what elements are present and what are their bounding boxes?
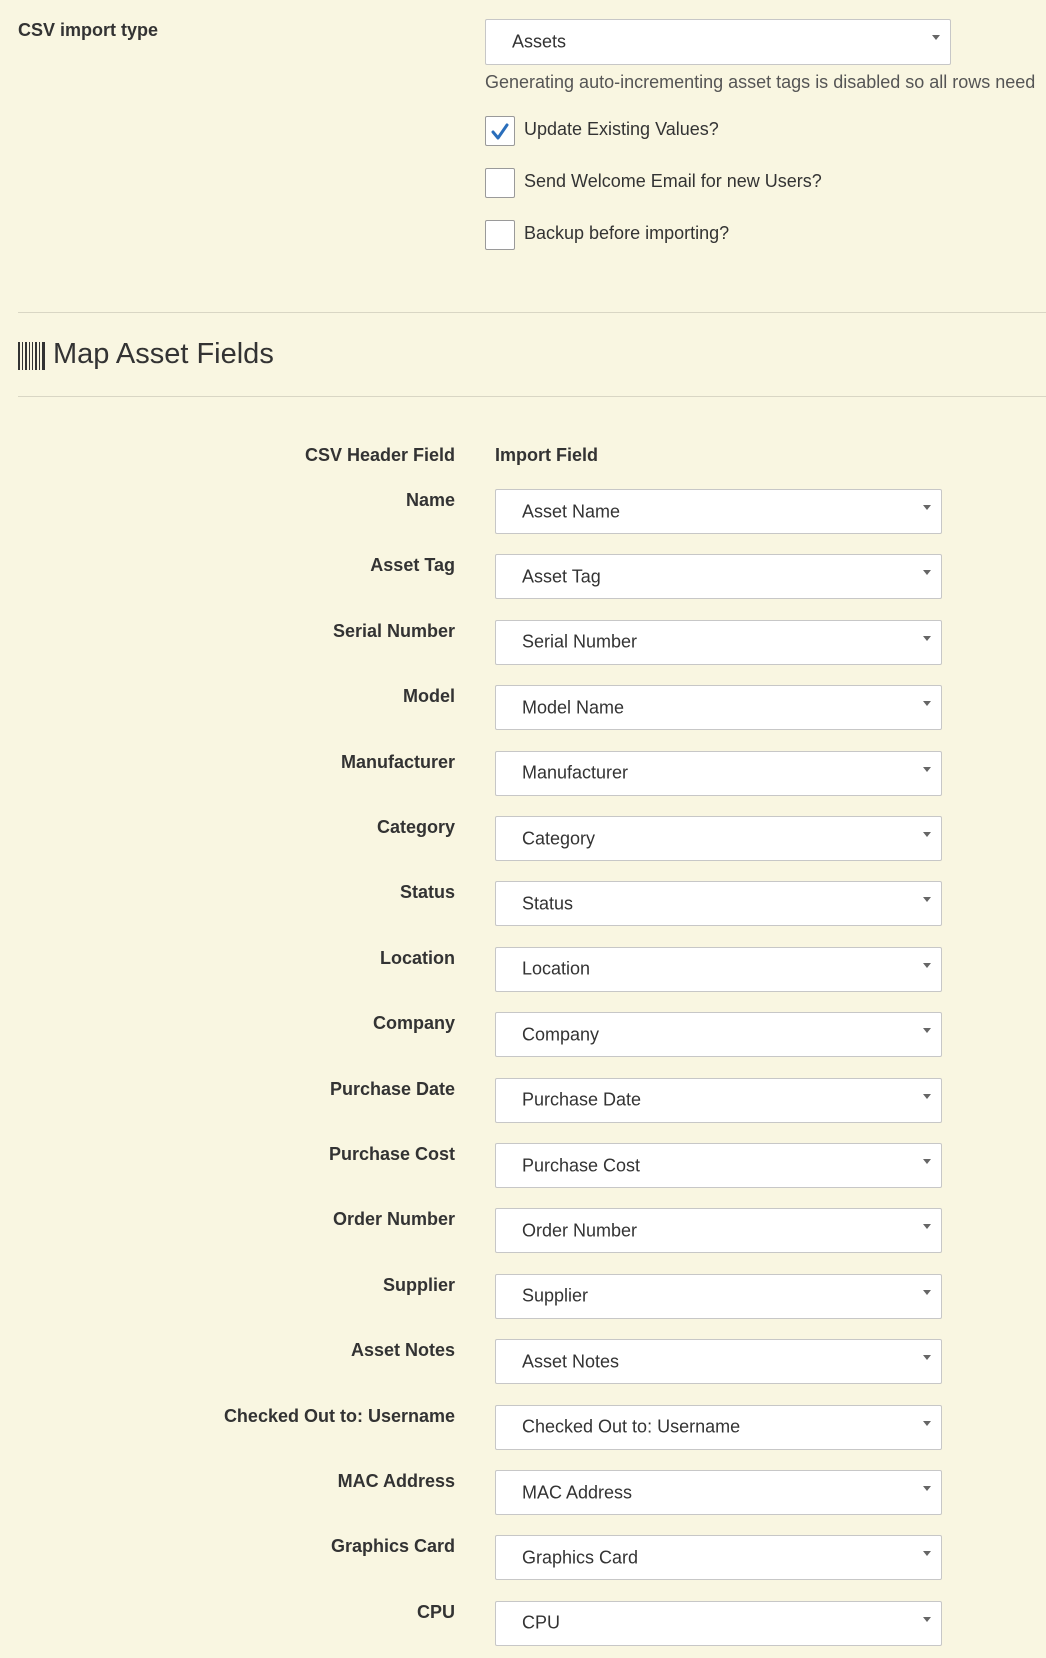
update-existing-checkbox[interactable] xyxy=(485,116,515,146)
csv-header-label: Asset Notes xyxy=(350,1340,455,1361)
csv-header-label: MAC Address xyxy=(337,1471,455,1491)
import-field-select[interactable]: Asset Notes xyxy=(495,1339,942,1385)
send-welcome-email-checkbox[interactable] xyxy=(485,168,515,198)
chevron-down-icon xyxy=(923,570,931,576)
import-field-selected: Location xyxy=(522,958,591,979)
import-field-selected: Category xyxy=(522,828,596,848)
chevron-down-icon xyxy=(923,701,931,707)
chevron-down-icon xyxy=(923,1616,931,1622)
csv-header-label: Serial Number xyxy=(332,620,455,641)
csv-header-label: Manufacturer xyxy=(340,751,455,772)
csv-header-label: Company xyxy=(372,1013,455,1034)
import-field-select[interactable]: Asset Name xyxy=(495,489,942,534)
backup-before-import-label[interactable]: Backup before importing? xyxy=(524,223,729,244)
chevron-down-icon xyxy=(932,35,940,40)
chevron-down-icon xyxy=(923,832,931,837)
import-type-select[interactable]: Assets xyxy=(485,19,951,65)
chevron-down-icon xyxy=(923,1289,931,1295)
import-field-select[interactable]: Manufacturer xyxy=(495,750,942,796)
csv-header-label: Asset Tag xyxy=(370,555,455,576)
import-field-select[interactable]: Graphics Card xyxy=(495,1535,942,1581)
import-type-selected: Assets xyxy=(512,31,567,52)
csv-header-label: Status xyxy=(399,882,455,903)
import-type-help-text: Generating auto-incrementing asset tags … xyxy=(485,72,1036,92)
import-field-heading: Import Field xyxy=(495,445,598,465)
import-field-selected: Status xyxy=(522,893,574,914)
import-field-select[interactable]: MAC Address xyxy=(495,1470,942,1515)
chevron-down-icon xyxy=(923,1224,931,1230)
import-field-selected: MAC Address xyxy=(522,1482,633,1502)
send-welcome-email-label[interactable]: Send Welcome Email for new Users? xyxy=(524,171,822,192)
update-existing-label[interactable]: Update Existing Values? xyxy=(524,119,719,140)
chevron-down-icon xyxy=(923,766,931,772)
import-field-selected: Graphics Card xyxy=(522,1547,639,1568)
chevron-down-icon xyxy=(923,1093,931,1099)
import-field-selected: Company xyxy=(522,1024,600,1045)
import-field-select[interactable]: Asset Tag xyxy=(495,554,942,600)
import-field-selected: Purchase Cost xyxy=(522,1155,641,1175)
backup-before-import-checkbox[interactable] xyxy=(485,220,515,250)
csv-header-label: Graphics Card xyxy=(330,1536,455,1557)
import-field-select[interactable]: Status xyxy=(495,881,942,927)
csv-header-label: Supplier xyxy=(382,1274,455,1295)
csv-header-label: Purchase Cost xyxy=(328,1144,455,1164)
import-field-select[interactable]: Order Number xyxy=(495,1208,942,1254)
csv-header-label: Location xyxy=(380,947,455,968)
checkmark-icon xyxy=(491,123,509,140)
import-field-select[interactable]: Checked Out to: Username xyxy=(495,1404,942,1450)
csv-header-label: Checked Out to: Username xyxy=(223,1405,455,1426)
csv-header-label: CPU xyxy=(416,1601,455,1622)
import-field-select[interactable]: Company xyxy=(495,1012,942,1058)
csv-header-field-heading: CSV Header Field xyxy=(304,445,455,465)
chevron-down-icon xyxy=(923,962,931,968)
import-field-selected: Manufacturer xyxy=(522,762,629,783)
csv-header-label: Name xyxy=(405,490,455,510)
chevron-down-icon xyxy=(923,1028,931,1034)
import-field-selected: Order Number xyxy=(522,1220,638,1241)
csv-header-label: Model xyxy=(403,686,455,707)
import-field-selected: Checked Out to: Username xyxy=(522,1416,741,1437)
chevron-down-icon xyxy=(923,505,931,510)
chevron-down-icon xyxy=(923,1551,931,1557)
import-field-selected: Asset Tag xyxy=(522,566,601,587)
chevron-down-icon xyxy=(923,1159,931,1164)
import-field-select[interactable]: Serial Number xyxy=(495,619,942,665)
chevron-down-icon xyxy=(923,1486,931,1491)
csv-header-label: Order Number xyxy=(332,1209,455,1230)
import-field-selected: Asset Notes xyxy=(522,1351,620,1372)
chevron-down-icon xyxy=(923,1420,931,1426)
csv-header-label: Purchase Date xyxy=(329,1078,455,1099)
csv-header-label: Category xyxy=(376,817,455,837)
import-field-select[interactable]: Location xyxy=(495,946,942,992)
import-field-selected: Purchase Date xyxy=(522,1089,642,1110)
import-field-select[interactable]: Purchase Date xyxy=(495,1077,942,1123)
import-field-selected: Supplier xyxy=(522,1285,589,1306)
import-field-select[interactable]: CPU xyxy=(495,1600,942,1646)
import-field-select[interactable]: Category xyxy=(495,816,942,861)
import-field-selected: Asset Name xyxy=(522,501,621,521)
chevron-down-icon xyxy=(923,1355,931,1361)
import-field-select[interactable]: Supplier xyxy=(495,1273,942,1319)
import-field-selected: CPU xyxy=(522,1612,561,1633)
import-field-selected: Model Name xyxy=(522,697,625,718)
import-field-selected: Serial Number xyxy=(522,631,638,652)
import-field-select[interactable]: Purchase Cost xyxy=(495,1143,942,1188)
import-field-select[interactable]: Model Name xyxy=(495,685,942,731)
chevron-down-icon xyxy=(923,897,931,903)
chevron-down-icon xyxy=(923,635,931,641)
